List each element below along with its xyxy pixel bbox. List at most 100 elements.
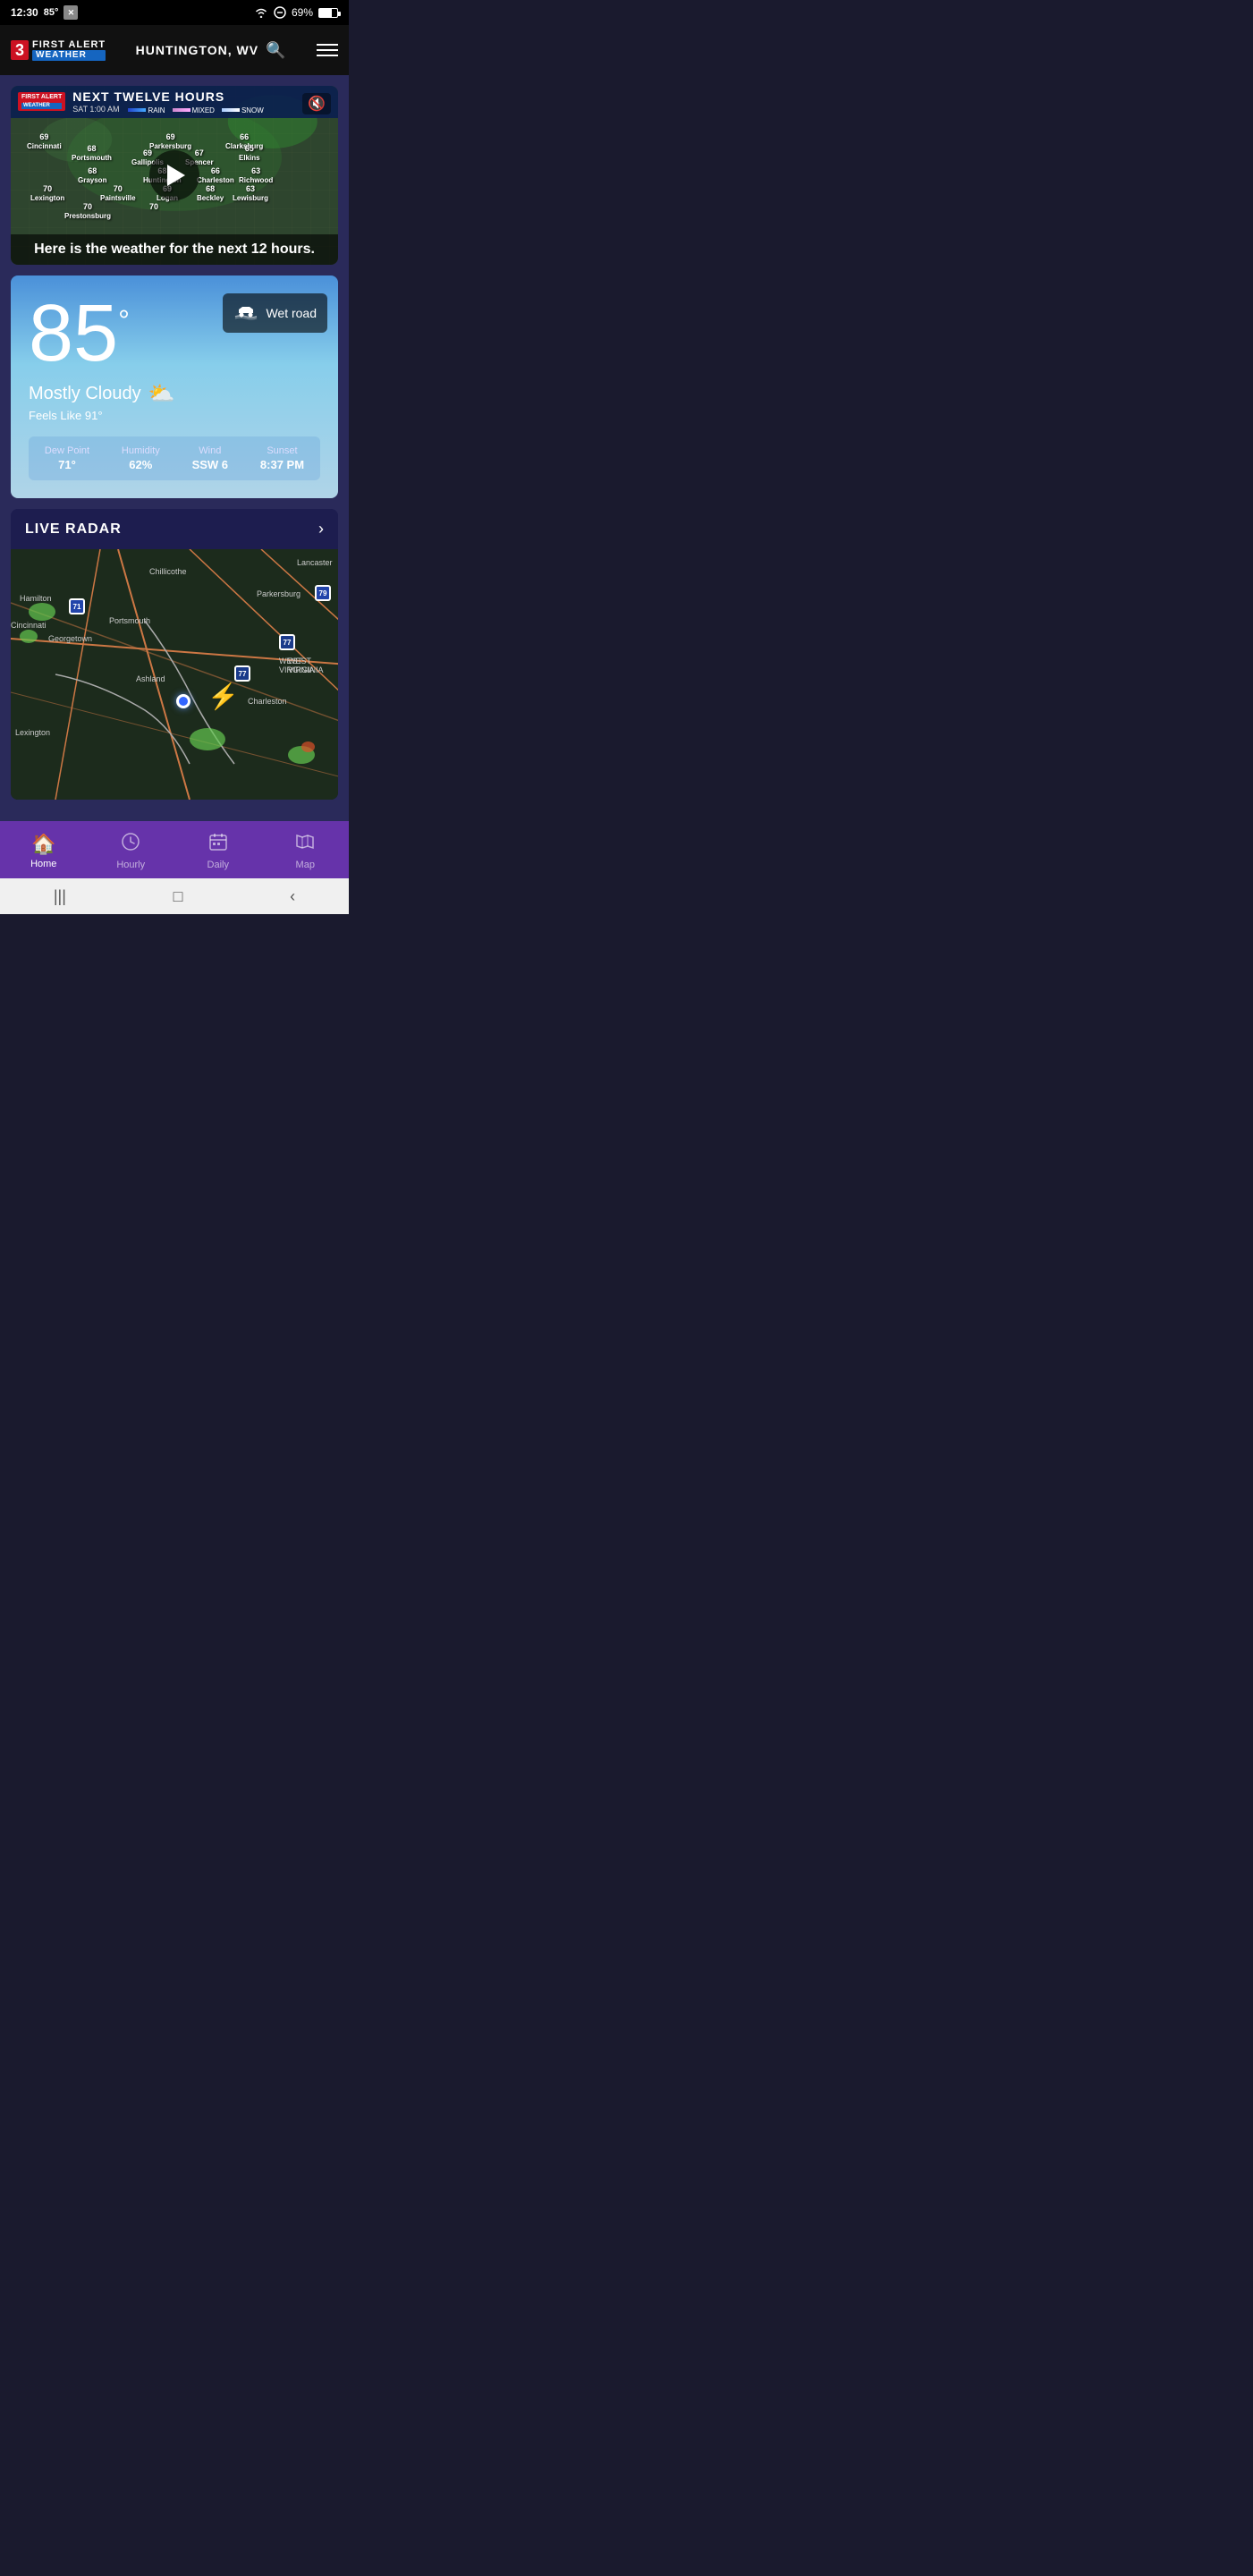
play-icon (167, 165, 185, 186)
android-back-button[interactable]: ‹ (290, 887, 295, 906)
main-content: 69Cincinnati 68Portsmouth 69Parkersburg … (0, 75, 349, 821)
dew-point-stat: Dew Point 71° (45, 445, 89, 471)
logo-text: FIRST ALERT WEATHER (32, 40, 106, 61)
wsaz-number: 3 (15, 41, 24, 59)
search-icon[interactable]: 🔍 (266, 41, 286, 60)
city-lancaster: Lancaster (297, 558, 333, 567)
city-charleston: Charleston (248, 697, 287, 706)
sunset-value: 8:37 PM (260, 458, 304, 471)
sunset-stat: Sunset 8:37 PM (260, 445, 304, 471)
first-alert-badge: FIRST ALERT WEATHER (18, 92, 65, 111)
legend-mixed-label: MIXED (192, 106, 215, 114)
dew-point-value: 71° (45, 458, 89, 471)
video-overlay-bar: FIRST ALERT WEATHER NEXT TWELVE HOURS SA… (11, 86, 338, 118)
radar-header[interactable]: LIVE RADAR › (11, 509, 338, 549)
video-container[interactable]: 69Cincinnati 68Portsmouth 69Parkersburg … (11, 86, 338, 265)
snow-color (222, 108, 240, 112)
map-label-pres: 70Prestonsburg (64, 202, 111, 220)
radar-return-3 (190, 728, 225, 750)
city-chillicothe: Chillicothe (149, 567, 187, 576)
city-lexington: Lexington (15, 728, 50, 737)
nav-daily-label: Daily (207, 860, 229, 870)
city-ashland: Ashland (136, 674, 165, 683)
daily-icon (208, 832, 228, 857)
wet-road-icon (233, 301, 258, 326)
weather-stats: Dew Point 71° Humidity 62% Wind SSW 6 Su… (29, 436, 320, 480)
weather-card: 85 ° Wet road Mostly Cloudy ⛅ Feels Like… (11, 275, 338, 498)
status-temp: 85° (44, 7, 59, 18)
mixed-color (173, 108, 190, 112)
nav-map[interactable]: Map (262, 832, 350, 870)
dnd-icon (274, 6, 286, 19)
status-bar: 12:30 85° ✕ 69% (0, 0, 349, 25)
map-label-cin: 69Cincinnati (27, 132, 62, 150)
radar-return-2 (20, 630, 38, 643)
wind-label: Wind (192, 445, 228, 456)
wind-value: SSW 6 (192, 458, 228, 471)
condition-row: Mostly Cloudy ⛅ (29, 381, 320, 407)
radar-title: LIVE RADAR (25, 521, 122, 538)
nav-home-label: Home (30, 859, 56, 869)
city-wv-state: WESTVIRGINIA (288, 657, 324, 674)
video-title: NEXT TWELVE HOURS (72, 89, 331, 104)
condition-text: Mostly Cloudy (29, 384, 141, 404)
nav-home[interactable]: 🏠 Home (0, 833, 88, 869)
legend-snow-label: SNOW (241, 106, 264, 114)
radar-return-1 (29, 603, 55, 621)
map-label-ports: 68Portsmouth (72, 144, 112, 162)
map-icon (295, 832, 315, 857)
current-location-dot (176, 694, 190, 708)
city-portsmouth: Portsmouth (109, 616, 150, 625)
volume-icon[interactable]: 🔇 (302, 93, 331, 114)
battery-percent: 69% (292, 6, 313, 19)
map-nav-icon (295, 832, 315, 852)
status-time: 12:30 (11, 6, 38, 19)
humidity-label: Humidity (122, 445, 160, 456)
humidity-value: 62% (122, 458, 160, 471)
map-label-park: 69Parkersburg (149, 132, 191, 150)
wsaz-logo: 3 (11, 40, 29, 60)
play-button[interactable] (149, 150, 199, 200)
app-logo: 3 FIRST ALERT WEATHER (11, 40, 106, 61)
android-recent-button[interactable]: ||| (54, 887, 66, 906)
nav-map-label: Map (296, 860, 315, 870)
status-left: 12:30 85° ✕ (11, 5, 78, 20)
bottom-nav: 🏠 Home Hourly Daily (0, 821, 349, 878)
map-label-paint: 70Paintsville (100, 184, 136, 202)
map-label-elk: 65Elkins (239, 144, 260, 162)
map-label-lewis: 63Lewisburg (233, 184, 268, 202)
home-icon: 🏠 (31, 833, 55, 856)
wifi-icon (254, 7, 268, 18)
sunset-label: Sunset (260, 445, 304, 456)
app-header: 3 FIRST ALERT WEATHER HUNTINGTON, WV 🔍 (0, 25, 349, 75)
interstate-77-top: 77 (279, 634, 295, 650)
map-label-lex: 70Lexington (30, 184, 64, 202)
hourly-icon (121, 832, 140, 857)
degree-symbol: ° (118, 304, 130, 337)
lightning-icon: ⚡ (207, 682, 239, 711)
interstate-79: 79 (315, 585, 331, 601)
menu-button[interactable] (317, 44, 338, 56)
map-label-char: 66Charleston (197, 166, 234, 184)
rain-color (128, 108, 146, 112)
first-alert-text: FIRST ALERT (32, 40, 106, 50)
wet-road-badge: Wet road (223, 293, 327, 333)
radar-return-red (301, 741, 315, 752)
legend-rain-label: RAIN (148, 106, 165, 114)
status-right: 69% (254, 6, 338, 19)
video-subtitle: SAT 1:00 AM RAIN MIXED (72, 105, 331, 114)
clock-icon (121, 832, 140, 852)
radar-section: LIVE RADAR › (11, 509, 338, 800)
legend-mixed: MIXED (173, 106, 215, 114)
radar-map[interactable]: Chillicothe Parkersburg Portsmouth Ashla… (11, 549, 338, 800)
legend-bar: RAIN MIXED SNOW (128, 106, 263, 114)
cloud-sun-icon: ⛅ (148, 381, 175, 407)
nav-hourly[interactable]: Hourly (88, 832, 175, 870)
notification-icon: ✕ (63, 5, 78, 20)
android-home-button[interactable]: □ (174, 887, 183, 906)
city-hamilton: Hamilton (20, 594, 52, 603)
location-header[interactable]: HUNTINGTON, WV 🔍 (136, 41, 287, 60)
nav-daily[interactable]: Daily (174, 832, 262, 870)
chevron-right-icon: › (318, 520, 324, 538)
battery-icon (318, 8, 338, 18)
